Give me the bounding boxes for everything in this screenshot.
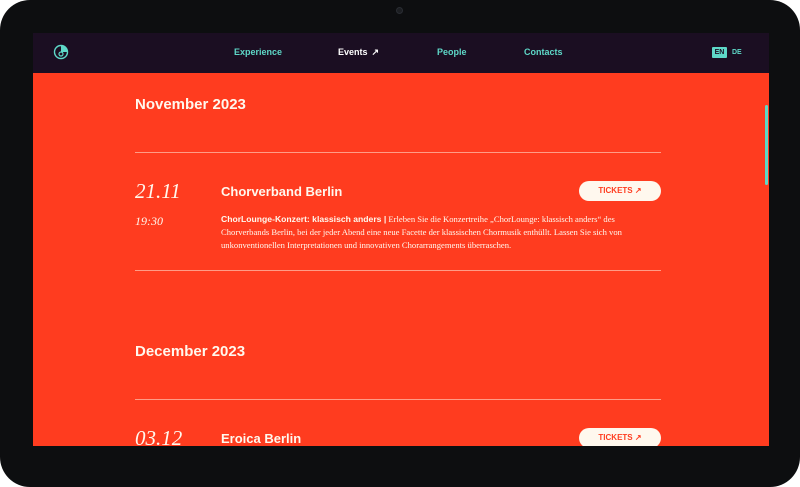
event-time: 19:30 xyxy=(135,214,163,228)
logo-icon[interactable] xyxy=(53,44,69,60)
tablet-device-frame: Experience Events ↗ People Contacts EN DE… xyxy=(0,0,800,487)
browser-screen: Experience Events ↗ People Contacts EN DE… xyxy=(33,33,769,446)
lang-en-button[interactable]: EN xyxy=(712,47,727,58)
tickets-button[interactable]: TICKETS ↗ xyxy=(579,428,661,446)
event-title[interactable]: Chorverband Berlin xyxy=(221,184,342,199)
divider xyxy=(135,270,661,271)
nav-contacts[interactable]: Contacts xyxy=(524,47,563,57)
event-date: 03.12 xyxy=(135,426,183,446)
camera-icon xyxy=(396,7,403,14)
month-heading-december: December 2023 xyxy=(135,343,246,360)
nav-events-label: Events xyxy=(338,47,368,57)
divider xyxy=(135,152,661,153)
event-subtitle: ChorLounge-Konzert: klassisch anders | xyxy=(221,214,387,224)
event-title[interactable]: Eroica Berlin xyxy=(221,431,301,446)
event-date: 21.11 xyxy=(135,179,181,203)
arrow-up-right-icon: ↗ xyxy=(371,47,380,57)
nav-events[interactable]: Events ↗ xyxy=(338,47,379,58)
divider xyxy=(135,399,661,400)
scrollbar[interactable] xyxy=(765,105,768,185)
nav-people[interactable]: People xyxy=(437,47,467,57)
event-description: ChorLounge-Konzert: klassisch anders | E… xyxy=(221,213,663,252)
tickets-button[interactable]: TICKETS ↗ xyxy=(579,181,661,201)
nav-experience[interactable]: Experience xyxy=(234,47,282,57)
lang-de-button[interactable]: DE xyxy=(732,47,742,58)
month-heading-november: November 2023 xyxy=(135,96,246,113)
top-nav: Experience Events ↗ People Contacts EN DE xyxy=(33,33,769,73)
